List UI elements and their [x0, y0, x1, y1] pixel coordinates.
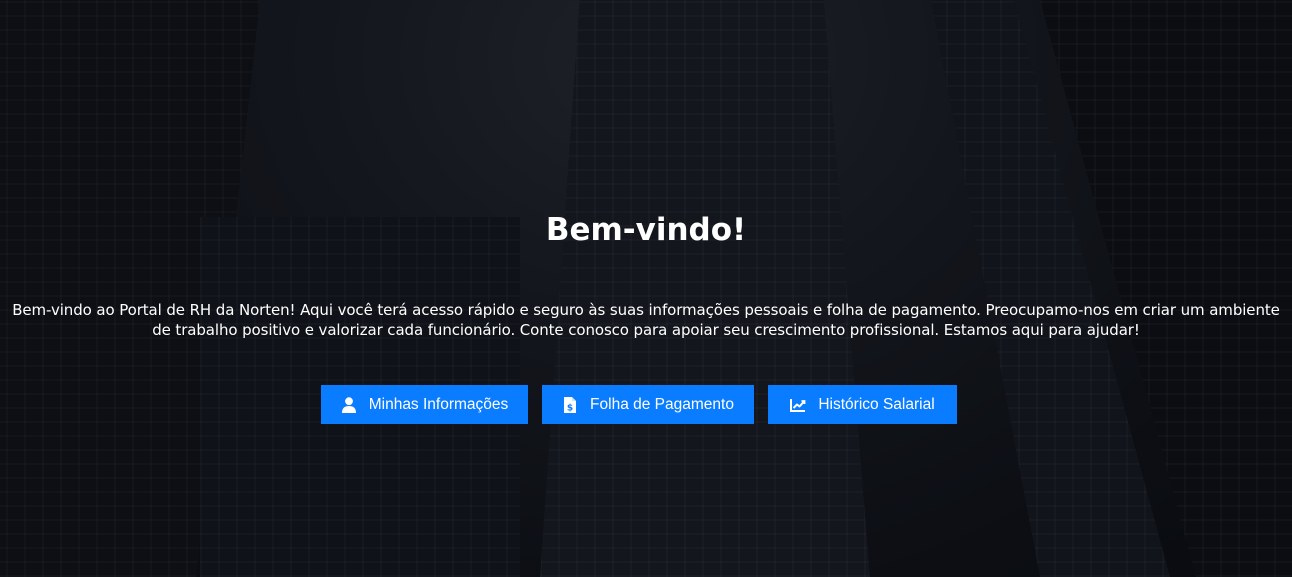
payroll-button[interactable]: $ Folha de Pagamento	[542, 385, 754, 424]
my-info-label: Minhas Informações	[368, 395, 509, 413]
user-icon	[341, 396, 357, 413]
hero-section: Bem-vindo! Bem-vindo ao Portal de RH da …	[0, 0, 1292, 577]
chart-line-icon	[790, 397, 806, 413]
invoice-dollar-icon: $	[562, 396, 578, 413]
hero-content: Bem-vindo! Bem-vindo ao Portal de RH da …	[0, 0, 1292, 577]
payroll-label: Folha de Pagamento	[590, 395, 734, 413]
salary-history-label: Histórico Salarial	[818, 395, 935, 413]
action-buttons: Minhas Informações $ Folha de Pagamento	[0, 385, 1292, 424]
svg-text:$: $	[567, 403, 573, 413]
page-title: Bem-vindo!	[545, 212, 747, 248]
my-info-button[interactable]: Minhas Informações	[321, 385, 528, 424]
intro-text: Bem-vindo ao Portal de RH da Norten! Aqu…	[12, 301, 1280, 339]
salary-history-button[interactable]: Histórico Salarial	[768, 385, 957, 424]
